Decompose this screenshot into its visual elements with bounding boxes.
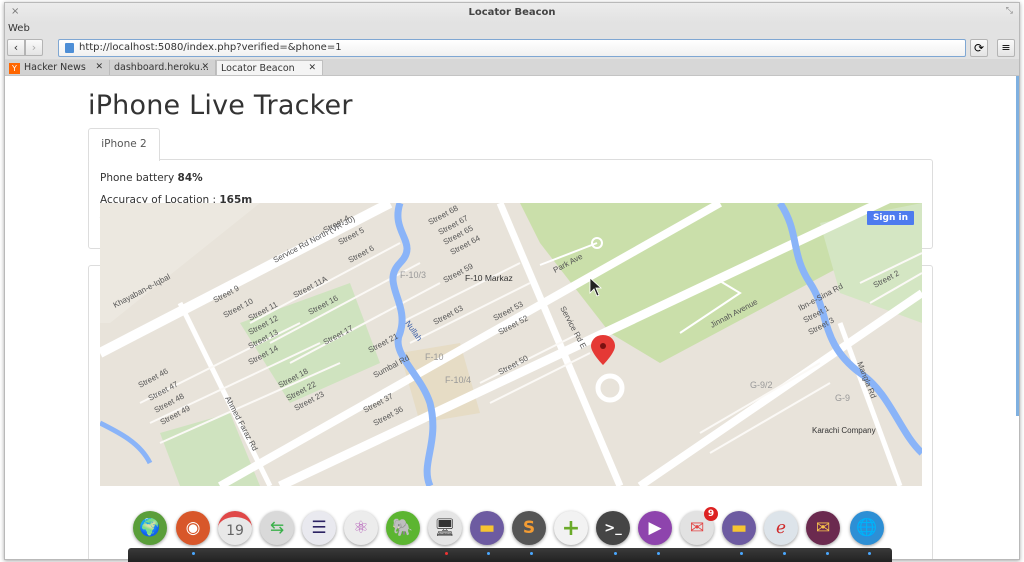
reload-button[interactable]: ⟳ [970, 39, 988, 57]
restore-window-icon[interactable]: ⤡ [1006, 6, 1013, 16]
label-g9-2: G-9/2 [750, 380, 773, 390]
map[interactable]: Khayaban-e-Iqbal Service Rd North (VR-30… [100, 203, 922, 486]
tab-label: Locator Beacon [221, 63, 295, 74]
folder-icon: ▬ [478, 518, 496, 538]
browser-window: × Locator Beacon ⤡ Web ‹ › http://localh… [4, 2, 1020, 560]
tab-bar: Y Hacker News ✕ dashboard.heroku... ✕ Loc… [5, 59, 1019, 76]
add-clock-icon: + [561, 515, 581, 541]
page-scrollbar[interactable] [1016, 76, 1019, 416]
forward-button[interactable]: › [25, 39, 43, 56]
dock-app-remote-desktop-icon[interactable]: 🖥 [428, 511, 462, 545]
mail-notifier-icon: ✉ [689, 518, 705, 538]
map-canvas[interactable]: Khayaban-e-Iqbal Service Rd North (VR-30… [100, 203, 922, 486]
dock-app-clock-add-icon[interactable]: + [554, 511, 588, 545]
url-text[interactable]: http://localhost:5080/index.php?verified… [79, 42, 342, 53]
calendar-icon: 19 [226, 523, 244, 539]
dock-app-eclipse-icon[interactable]: ☰ [302, 511, 336, 545]
dock-app-terminal-icon[interactable]: >_ [596, 511, 630, 545]
dock-bar [128, 548, 892, 562]
dock-app-atom-icon[interactable]: ⚛ [344, 511, 378, 545]
dock-app-mail-icon[interactable]: ✉ [806, 511, 840, 545]
close-tab-icon[interactable]: ✕ [201, 60, 209, 75]
dock-app-world-icon[interactable]: 🌐 [850, 511, 884, 545]
eclipse-icon: ☰ [311, 518, 327, 538]
tab-hacker-news[interactable]: Y Hacker News ✕ [5, 60, 110, 75]
dock-app-toggles-icon[interactable]: ⇆ [260, 511, 294, 545]
evernote-icon: 🐘 [392, 518, 414, 538]
app-menu[interactable]: Web [5, 23, 1019, 37]
toggle-switch-icon: ⇆ [269, 518, 285, 538]
dock-app-sublime-icon[interactable]: S [512, 511, 546, 545]
label-g9: G-9 [835, 393, 850, 403]
sign-in-button[interactable]: Sign in [866, 211, 914, 225]
folder-icon: ▬ [730, 518, 748, 538]
terminal-icon: >_ [604, 520, 622, 536]
firefox-icon: ◉ [185, 518, 201, 538]
label-f10-3: F-10/3 [400, 270, 426, 280]
globe-icon: 🌍 [139, 518, 161, 538]
unread-count-badge: 9 [704, 507, 718, 521]
hacker-news-icon: Y [9, 63, 20, 74]
browser-menu-button[interactable]: ≡ [997, 39, 1015, 57]
sublime-text-icon: S [522, 518, 536, 538]
play-icon: ▶ [648, 518, 662, 538]
page-icon [65, 43, 74, 53]
label-f10-4: F-10/4 [445, 375, 471, 385]
label-f10-markaz: F-10 Markaz [465, 273, 513, 283]
url-bar[interactable]: http://localhost:5080/index.php?verified… [58, 39, 966, 57]
dock-app-evernote-icon[interactable]: 🐘 [386, 511, 420, 545]
dock-app-folder-icon[interactable]: ▬ [722, 511, 756, 545]
close-tab-icon[interactable]: ✕ [308, 61, 316, 76]
navigation-bar: ‹ › http://localhost:5080/index.php?veri… [5, 37, 1019, 59]
dock-app-mail-notifier-icon[interactable]: ✉ 9 [680, 507, 718, 545]
back-button[interactable]: ‹ [7, 39, 25, 56]
mail-icon: ✉ [815, 518, 831, 538]
page-title: iPhone Live Tracker [88, 90, 353, 121]
dock-app-firefox-icon[interactable]: ◉ [176, 511, 210, 545]
battery-label: Phone battery [100, 172, 175, 184]
dock-app-globe-icon[interactable]: 🌍 [133, 511, 167, 545]
label-f10: F-10 [425, 352, 444, 362]
device-tab-iphone-2[interactable]: iPhone 2 [88, 128, 160, 161]
atom-icon: ⚛ [353, 518, 369, 538]
tab-locator-beacon[interactable]: Locator Beacon ✕ [216, 60, 323, 75]
close-tab-icon[interactable]: ✕ [95, 60, 103, 75]
dock-app-edit-icon[interactable]: ℯ [764, 511, 798, 545]
dock-app-calendar-icon[interactable]: 19 [218, 511, 252, 545]
tab-label: Hacker News [24, 62, 86, 73]
tab-label: dashboard.heroku... [114, 62, 209, 73]
dock-app-files-icon[interactable]: ▬ [470, 511, 504, 545]
label-karachi-company: Karachi Company [812, 426, 876, 435]
world-icon: 🌐 [856, 518, 878, 538]
battery-value: 84% [177, 172, 203, 184]
tab-heroku-dashboard[interactable]: dashboard.heroku... ✕ [110, 60, 216, 75]
dock-app-media-player-icon[interactable]: ▶ [638, 511, 672, 545]
text-editor-icon: ℯ [775, 518, 787, 538]
battery-row: Phone battery 84% [100, 172, 203, 184]
remote-desktop-icon: 🖥 [434, 518, 456, 538]
window-title: Locator Beacon [468, 7, 556, 18]
title-bar: × Locator Beacon ⤡ [5, 3, 1019, 23]
